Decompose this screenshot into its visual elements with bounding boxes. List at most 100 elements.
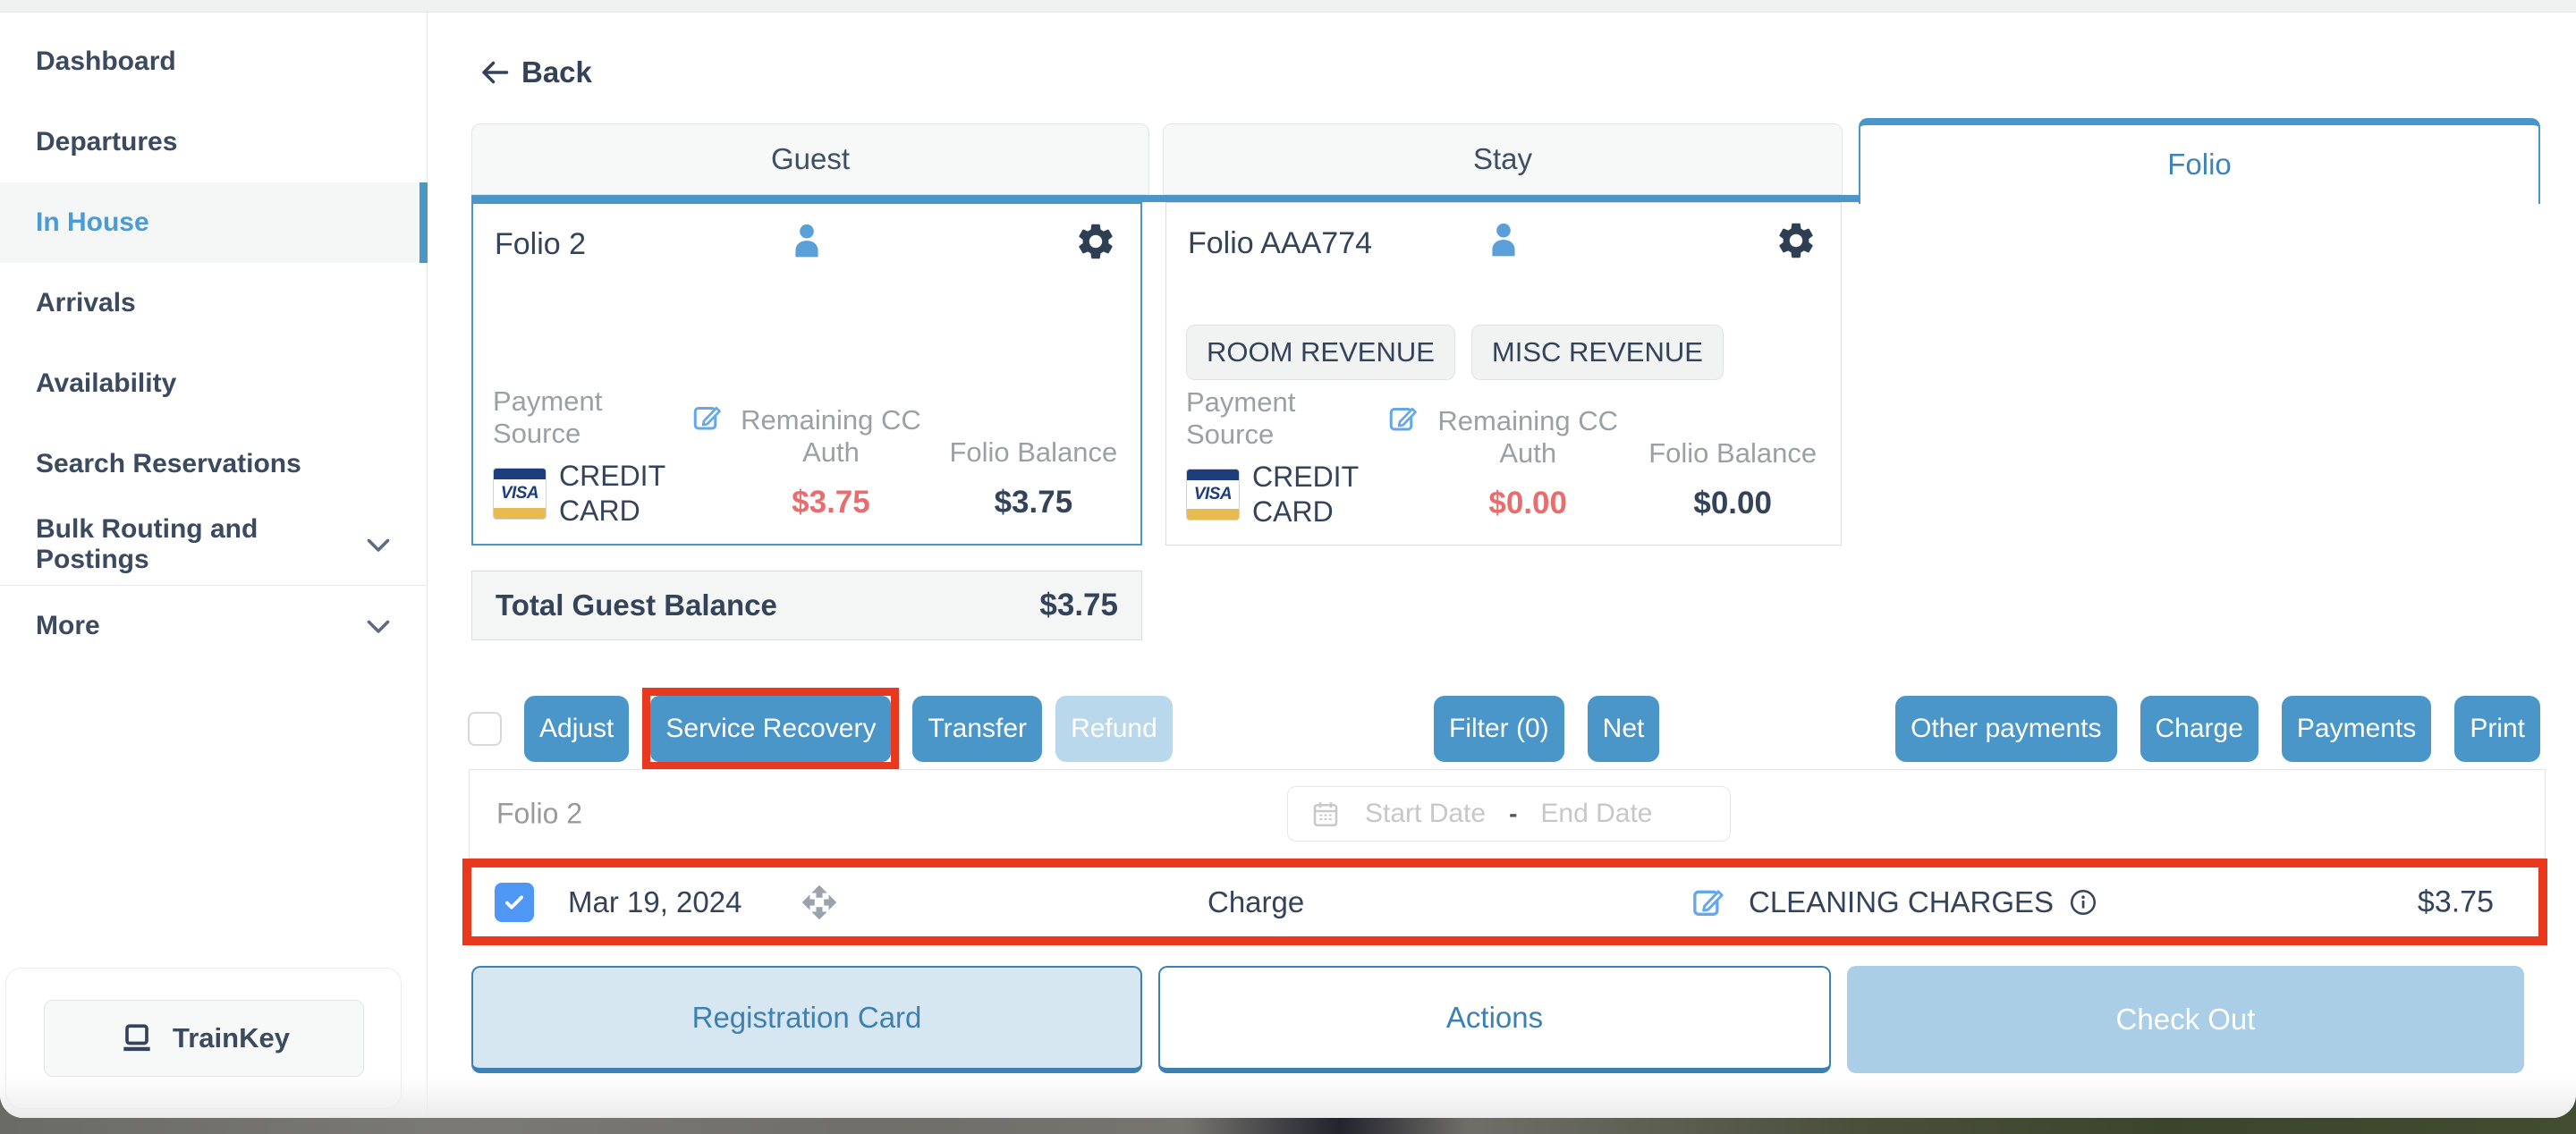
- tab-label: Stay: [1473, 142, 1532, 176]
- back-button[interactable]: Back: [479, 55, 592, 89]
- adjust-button[interactable]: Adjust: [524, 696, 629, 762]
- person-icon[interactable]: [1480, 217, 1527, 268]
- folio-balance-block: Folio Balance $3.75: [939, 436, 1128, 528]
- sidebar-item-bulk-routing-and-postings[interactable]: Bulk Routing and Postings: [0, 504, 427, 585]
- registration-card-button[interactable]: Registration Card: [471, 966, 1142, 1073]
- folio-balance-label: Folio Balance: [1637, 437, 1828, 470]
- row-checkbox-checked[interactable]: [495, 883, 534, 922]
- folio-card-title: Folio AAA774: [1188, 226, 1372, 261]
- sidebar-item-arrivals[interactable]: Arrivals: [0, 263, 427, 343]
- tab-label: Folio: [2167, 148, 2232, 182]
- folio-actions-row: Adjust Service Recovery Transfer Refund …: [468, 685, 2540, 773]
- sidebar-item-label: Dashboard: [36, 47, 176, 77]
- actions-button[interactable]: Actions: [1158, 966, 1831, 1073]
- tab-bar: Guest Stay Folio: [471, 118, 2540, 195]
- ledger-header: Folio 2 Start Date - End Date: [469, 769, 2546, 859]
- row-date: Mar 19, 2024: [568, 885, 741, 919]
- sidebar-item-search-reservations[interactable]: Search Reservations: [0, 424, 427, 504]
- main-content: Back Guest Stay Folio Folio 2: [428, 13, 2576, 1118]
- chevron-down-icon: [362, 529, 394, 561]
- date-separator: -: [1509, 800, 1517, 828]
- charge-button[interactable]: Charge: [2140, 696, 2258, 762]
- payment-summary: Payment Source VISA CREDIT CARD: [493, 385, 1128, 528]
- sidebar-item-availability[interactable]: Availability: [0, 343, 427, 424]
- row-type: Charge: [1208, 885, 1304, 919]
- window-top-strip: [0, 0, 2576, 13]
- sidebar-item-label: More: [36, 611, 100, 641]
- folio-balance-value: $3.75: [939, 485, 1128, 520]
- tab-stay[interactable]: Stay: [1163, 123, 1843, 195]
- info-icon[interactable]: [2068, 887, 2098, 918]
- payment-source-block: Payment Source VISA CREDIT CARD: [493, 385, 723, 528]
- calendar-icon: [1309, 798, 1342, 830]
- edit-payment-source-icon[interactable]: [1386, 402, 1419, 435]
- service-recovery-button[interactable]: Service Recovery: [650, 696, 891, 762]
- sidebar-item-in-house[interactable]: In House: [0, 182, 427, 263]
- payment-source-label: Payment Source: [1186, 386, 1377, 451]
- laptop-icon: [117, 1019, 157, 1058]
- tab-label: Guest: [771, 142, 850, 176]
- edit-charge-icon[interactable]: [1690, 884, 1725, 920]
- ledger-row[interactable]: Mar 19, 2024 Charge CLEANING CHARGES: [471, 867, 2538, 936]
- ledger-row-highlight: Mar 19, 2024 Charge CLEANING CHARGES: [462, 859, 2547, 945]
- folio-balance-value: $0.00: [1637, 486, 1828, 521]
- revenue-chips: ROOM REVENUE MISC REVENUE: [1186, 325, 1724, 380]
- chevron-down-icon: [362, 610, 394, 642]
- payment-method-value: CREDIT CARD: [1252, 460, 1382, 529]
- sidebar-nav: Dashboard Departures In House Arrivals A…: [0, 13, 427, 666]
- sidebar-item-label: Departures: [36, 127, 177, 157]
- tab-guest[interactable]: Guest: [471, 123, 1149, 195]
- sidebar-item-dashboard[interactable]: Dashboard: [0, 21, 427, 102]
- trainkey-button[interactable]: TrainKey: [44, 1000, 364, 1077]
- folio-card-folio-aaa774[interactable]: Folio AAA774 ROOM REVENUE MISC REVENUE P…: [1165, 202, 1842, 546]
- filter-button[interactable]: Filter (0): [1434, 696, 1564, 762]
- chip-room-revenue: ROOM REVENUE: [1186, 325, 1455, 380]
- folio-balance-label: Folio Balance: [939, 436, 1128, 469]
- service-recovery-highlight: Service Recovery: [642, 688, 899, 770]
- total-guest-balance-value: $3.75: [1039, 588, 1118, 623]
- end-date-input[interactable]: End Date: [1540, 799, 1652, 829]
- transfer-button[interactable]: Transfer: [912, 696, 1042, 762]
- chip-misc-revenue: MISC REVENUE: [1471, 325, 1724, 380]
- ledger-folio-label: Folio 2: [496, 798, 582, 831]
- payment-source-block: Payment Source VISA CREDIT CARD: [1186, 386, 1419, 529]
- tab-underline: [471, 195, 1859, 202]
- remaining-cc-auth-value: $0.00: [1424, 486, 1631, 521]
- sidebar-item-label: Search Reservations: [36, 449, 301, 479]
- remaining-cc-auth-label: Remaining CC Auth: [728, 404, 934, 469]
- total-guest-balance-label: Total Guest Balance: [496, 588, 777, 622]
- net-button[interactable]: Net: [1588, 696, 1660, 762]
- payment-method-value: CREDIT CARD: [559, 459, 689, 528]
- screen: Dashboard Departures In House Arrivals A…: [0, 0, 2576, 1134]
- refund-button[interactable]: Refund: [1055, 696, 1173, 762]
- print-button[interactable]: Print: [2454, 696, 2540, 762]
- visa-card-icon: VISA: [493, 468, 547, 520]
- check-out-button[interactable]: Check Out: [1847, 966, 2524, 1073]
- trainkey-label: TrainKey: [173, 1022, 290, 1054]
- other-payments-button[interactable]: Other payments: [1895, 696, 2116, 762]
- gear-icon[interactable]: [1074, 220, 1117, 267]
- date-range-picker[interactable]: Start Date - End Date: [1287, 786, 1731, 842]
- edit-payment-source-icon[interactable]: [691, 402, 723, 434]
- gear-icon[interactable]: [1775, 219, 1818, 267]
- remaining-cc-auth-value: $3.75: [728, 485, 934, 520]
- sidebar-item-label: Arrivals: [36, 288, 136, 318]
- payment-source-label: Payment Source: [493, 385, 682, 450]
- row-description: CLEANING CHARGES: [1749, 885, 2054, 919]
- sidebar-item-label: Bulk Routing and Postings: [36, 514, 362, 575]
- tab-folio[interactable]: Folio: [1859, 118, 2540, 204]
- sidebar-item-more[interactable]: More: [0, 586, 427, 666]
- folio-card-title: Folio 2: [495, 227, 586, 262]
- remaining-cc-auth-label: Remaining CC Auth: [1424, 405, 1631, 470]
- total-guest-balance-bar: Total Guest Balance $3.75: [471, 571, 1142, 640]
- person-icon[interactable]: [784, 218, 830, 269]
- remaining-cc-auth-block: Remaining CC Auth $0.00: [1424, 405, 1631, 529]
- move-handle-icon[interactable]: [801, 884, 838, 921]
- sidebar-item-departures[interactable]: Departures: [0, 102, 427, 182]
- start-date-input[interactable]: Start Date: [1365, 799, 1486, 829]
- select-all-checkbox[interactable]: [468, 712, 502, 746]
- payments-button[interactable]: Payments: [2282, 696, 2431, 762]
- sidebar-item-label: In House: [36, 207, 149, 238]
- folio-card-folio-2[interactable]: Folio 2 Payment Source: [471, 202, 1142, 546]
- remaining-cc-auth-block: Remaining CC Auth $3.75: [728, 404, 934, 528]
